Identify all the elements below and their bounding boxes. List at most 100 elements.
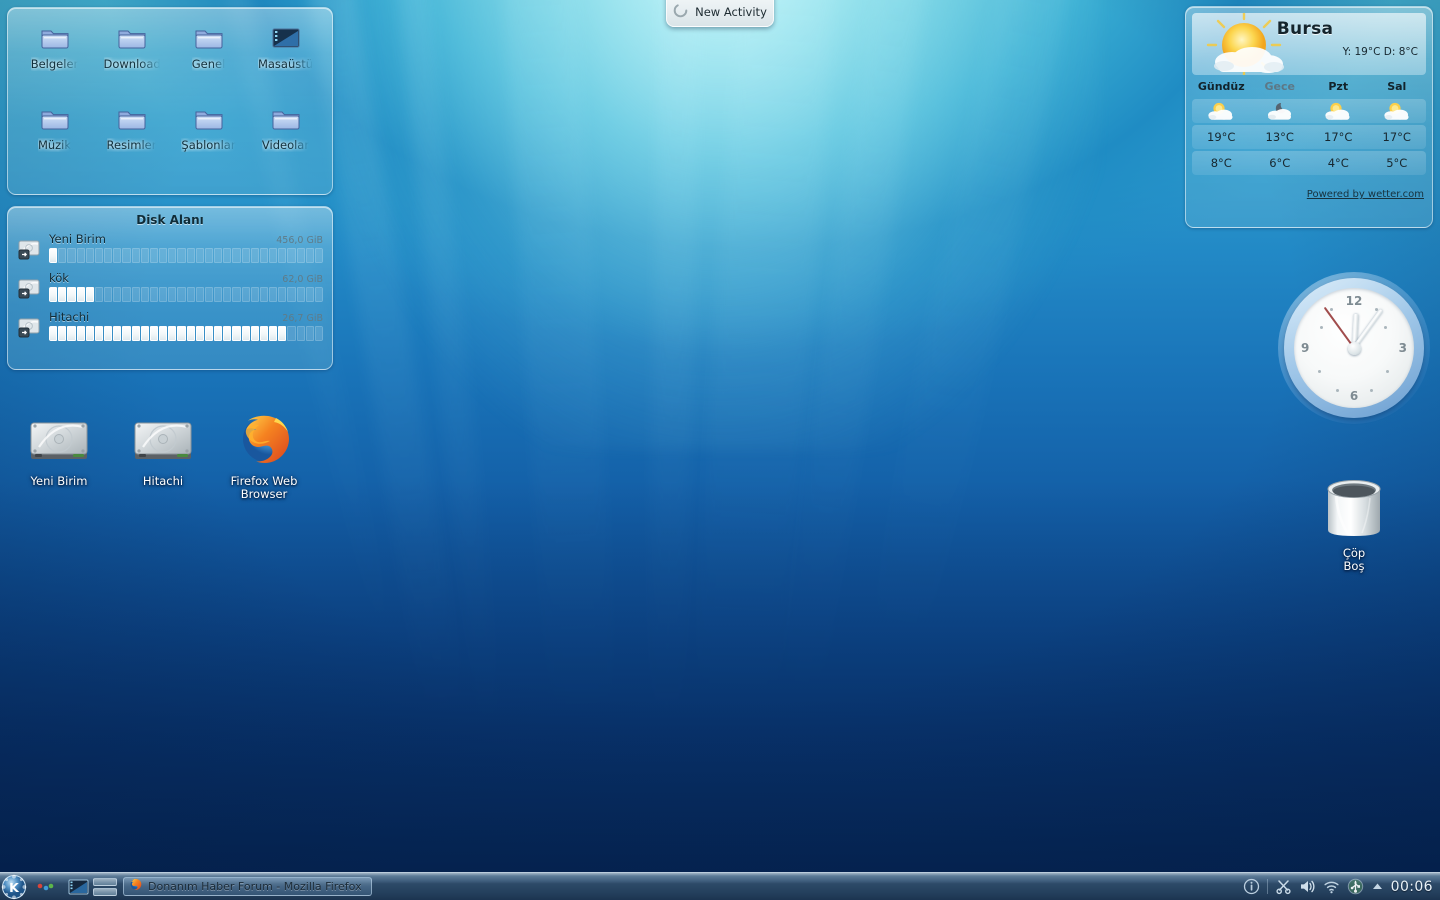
firefox-icon — [128, 877, 143, 896]
disk-usage-segment — [85, 248, 94, 263]
folder-view-item[interactable]: Videolar — [247, 103, 324, 184]
pager-desktop-1[interactable] — [93, 877, 117, 886]
disk-space-row-body: kök 62,0 GiB — [49, 271, 323, 302]
panel-clock[interactable]: 00:06 — [1391, 879, 1433, 895]
weather-widget[interactable]: Bursa Y: 19°C D: 8°C Gündüz Gece Pzt Sal 19… — [1185, 6, 1433, 228]
clock-numeral-9: 9 — [1301, 341, 1310, 355]
taskbar-panel[interactable]: K Donanım Haber Forum - Mozilla Firefox … — [0, 872, 1440, 900]
volume-icon[interactable] — [1299, 878, 1316, 895]
info-icon[interactable] — [1243, 878, 1260, 895]
show-desktop-icon[interactable] — [65, 877, 89, 897]
disk-space-row[interactable]: kök 62,0 GiB — [17, 271, 323, 302]
wifi-icon[interactable] — [1323, 878, 1340, 895]
svg-text:K: K — [9, 880, 20, 895]
disk-space-list: Yeni Birim 456,0 GiB kök 62,0 GiB Hitachi 26,… — [8, 232, 332, 341]
weather-day-column: Sal — [1368, 77, 1427, 97]
taskbar-task-label: Donanım Haber Forum - Mozilla Firefox — [148, 880, 362, 893]
hard-drive-icon — [17, 316, 42, 338]
desktop-icon — [270, 22, 302, 54]
desktop-icon-firefox[interactable]: Firefox Web Browser — [218, 408, 310, 502]
disk-usage-segment — [49, 287, 58, 302]
disk-usage-segment — [296, 248, 305, 263]
folder-view-item[interactable]: Masaüstü — [247, 22, 324, 103]
disk-space-row[interactable]: Yeni Birim 456,0 GiB — [17, 232, 323, 263]
folder-view-item-label: Şablonlar — [181, 138, 236, 152]
disk-usage-segment — [58, 248, 67, 263]
disk-space-row-body: Yeni Birim 456,0 GiB — [49, 232, 323, 263]
weather-provider-link[interactable]: Powered by wetter.com — [1307, 189, 1424, 200]
disk-usage-segment — [314, 287, 323, 302]
disk-space-row-header: Yeni Birim 456,0 GiB — [49, 232, 323, 246]
activity-circle-icon — [673, 3, 688, 22]
new-activity-button[interactable]: New Activity — [666, 0, 774, 27]
disk-usage-segment — [223, 287, 232, 302]
folder-icon — [39, 103, 71, 135]
kde-k-menu-icon[interactable]: K — [1, 874, 27, 900]
disk-usage-segment — [94, 287, 104, 302]
folder-view-item-label: Masaüstü — [257, 57, 314, 71]
disk-name: Yeni Birim — [49, 232, 106, 246]
disk-usage-segment — [250, 326, 259, 341]
disk-space-row-body: Hitachi 26,7 GiB — [49, 310, 323, 341]
clock-numeral-3: 3 — [1398, 341, 1407, 355]
weather-day-column: Gece — [1251, 77, 1310, 97]
pager-icon[interactable] — [93, 876, 117, 898]
weather-high-temps-row: 19°C 13°C 17°C 17°C — [1192, 125, 1426, 149]
disk-usage-segment — [76, 287, 85, 302]
disk-usage-segment — [214, 248, 223, 263]
clock-tick — [1384, 326, 1387, 330]
weather-low-temp: 6°C — [1269, 156, 1291, 170]
disk-usage-segment — [259, 248, 269, 263]
desktop-icon-hitachi[interactable]: Hitachi — [117, 408, 209, 488]
activity-dots-icon[interactable] — [35, 877, 57, 897]
disk-name: Hitachi — [49, 310, 90, 324]
system-tray[interactable]: 00:06 — [1243, 878, 1440, 895]
expand-arrow-icon[interactable] — [1371, 878, 1384, 895]
disk-usage-segment — [67, 248, 76, 263]
folder-view-item-label: Videolar — [261, 138, 310, 152]
disk-usage-segment — [195, 287, 204, 302]
device-notifier-usb-icon[interactable] — [1347, 878, 1364, 895]
disk-usage-segment — [241, 248, 250, 263]
weather-high-temp: 17°C — [1382, 130, 1411, 144]
disk-usage-segment — [168, 248, 177, 263]
hard-drive-icon — [131, 408, 195, 472]
disk-usage-segment — [278, 287, 287, 302]
disk-usage-segment — [67, 326, 76, 341]
analog-clock-widget[interactable]: 12 3 6 9 — [1278, 272, 1430, 424]
disk-usage-segment — [140, 248, 149, 263]
folder-view-widget[interactable]: Belgeler Downloads Genel Masaüstü Müzik Resim… — [7, 7, 333, 195]
clock-numeral-12: 12 — [1345, 294, 1363, 308]
scissors-klipper-icon[interactable] — [1275, 878, 1292, 895]
sun-behind-cloud-icon — [1382, 101, 1412, 121]
weather-high-temp: 19°C — [1207, 130, 1236, 144]
folder-view-item[interactable]: Şablonlar — [170, 103, 247, 184]
folder-view-item[interactable]: Belgeler — [16, 22, 93, 103]
disk-space-widget[interactable]: Disk Alanı Yeni Birim 456,0 GiB kök 62,0 Gi… — [7, 206, 333, 370]
folder-view-item[interactable]: Downloads — [93, 22, 170, 103]
folder-view-item[interactable]: Resimler — [93, 103, 170, 184]
folder-icon — [39, 22, 71, 54]
disk-usage-segment — [214, 287, 223, 302]
weather-day-label: Sal — [1387, 80, 1407, 93]
clock-tick — [1386, 369, 1390, 373]
disk-usage-segment — [214, 326, 223, 341]
folder-view-item[interactable]: Genel — [170, 22, 247, 103]
trash-label-line2: Boş — [1343, 559, 1365, 574]
sun-behind-cloud-icon — [1323, 101, 1353, 121]
disk-space-row-header: kök 62,0 GiB — [49, 271, 323, 285]
weather-low-temps-row: 8°C 6°C 4°C 5°C — [1192, 151, 1426, 175]
moon-behind-cloud-icon — [1265, 101, 1295, 121]
disk-free-size: 62,0 GiB — [282, 274, 323, 285]
folder-view-item[interactable]: Müzik — [16, 103, 93, 184]
clock-center-cap — [1347, 341, 1361, 355]
disk-usage-segment — [149, 248, 159, 263]
pager-desktop-2[interactable] — [93, 887, 117, 896]
disk-usage-segment — [94, 326, 104, 341]
disk-space-row[interactable]: Hitachi 26,7 GiB — [17, 310, 323, 341]
taskbar-task-firefox[interactable]: Donanım Haber Forum - Mozilla Firefox — [123, 877, 372, 896]
disk-usage-segment — [269, 326, 278, 341]
disk-usage-segment — [85, 287, 94, 302]
desktop-icon-trash[interactable]: Çöp Boş — [1308, 470, 1400, 574]
desktop-icon-yeni-birim[interactable]: Yeni Birim — [13, 408, 105, 488]
